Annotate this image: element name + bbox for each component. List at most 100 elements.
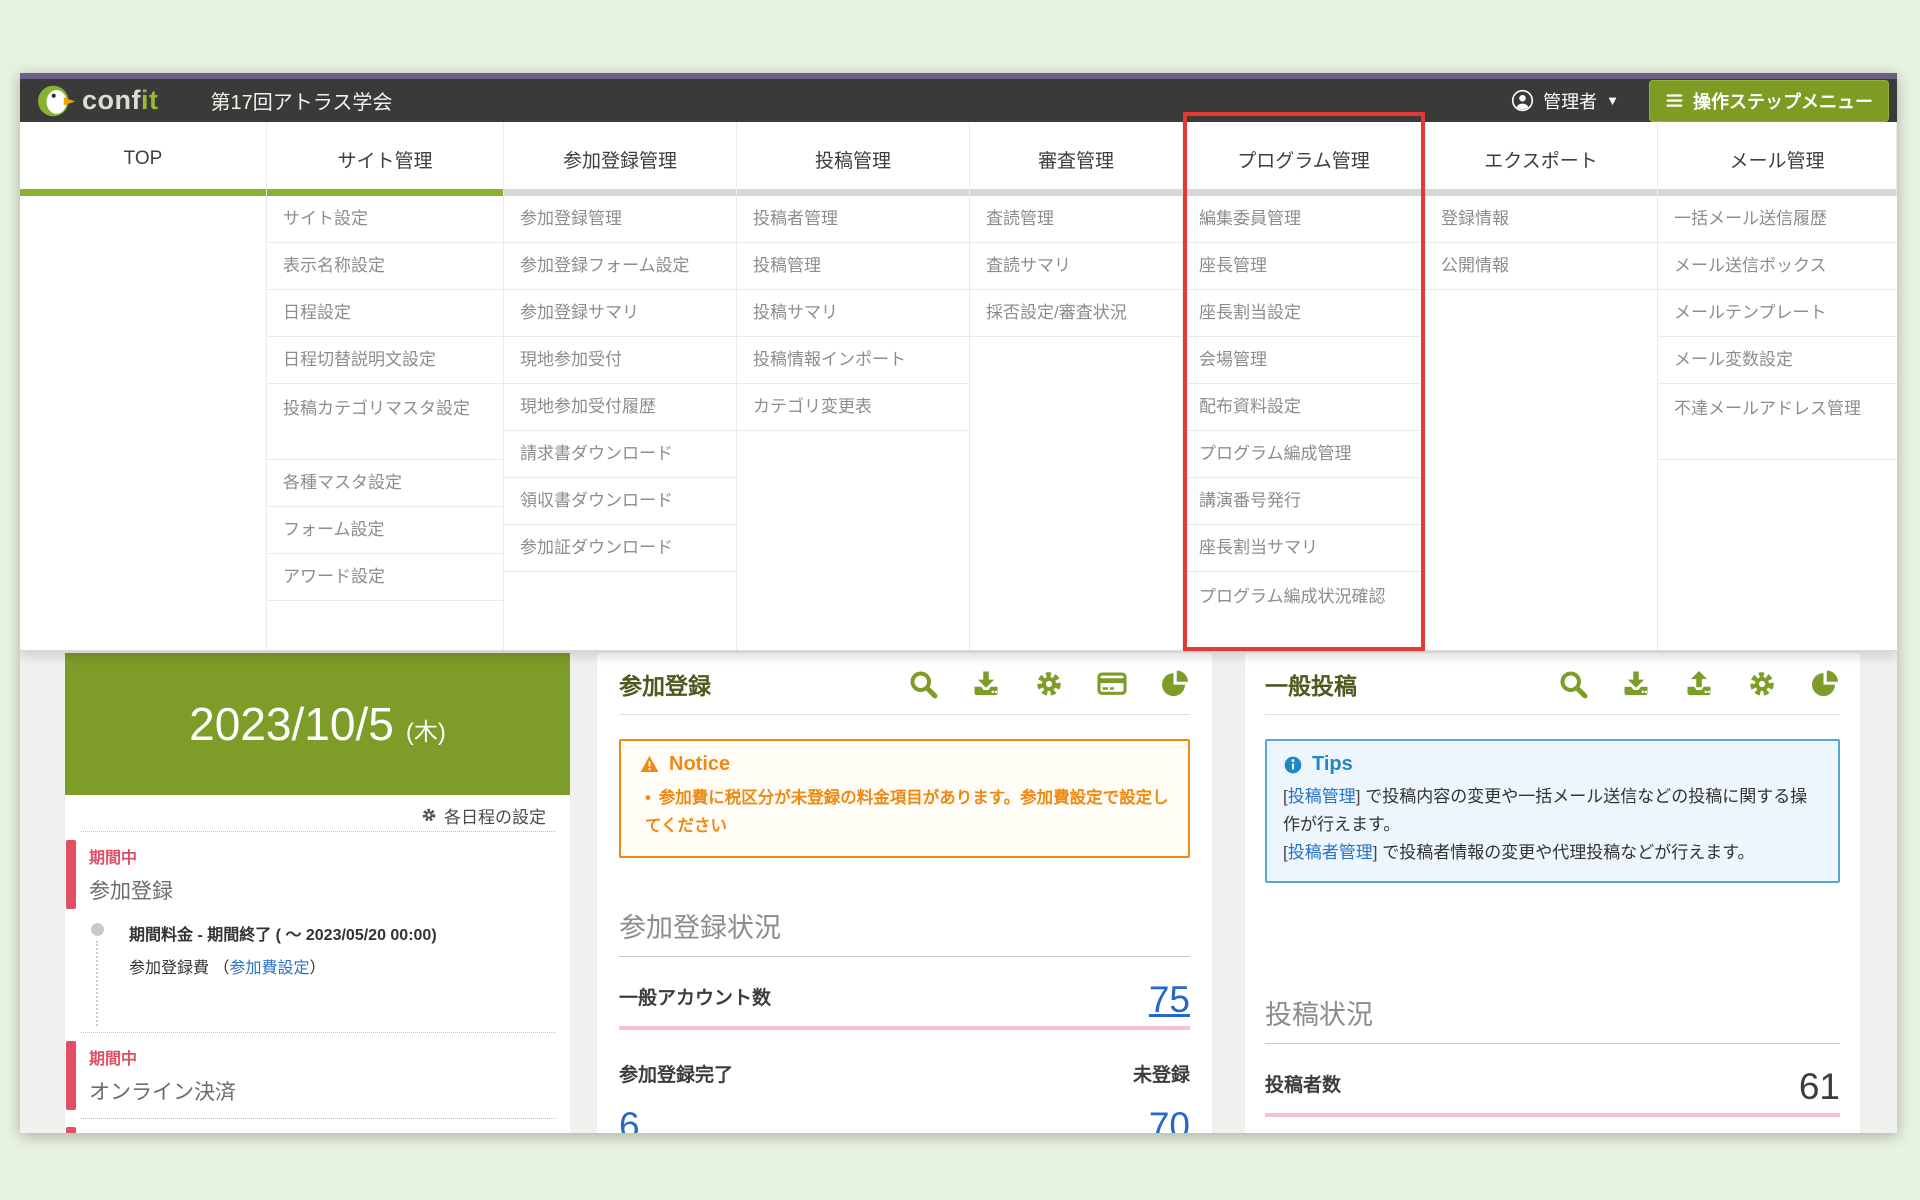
menu-item-registration-admin[interactable]: 参加登録管理 (504, 196, 736, 243)
schedule-block-registration[interactable]: 期間中 参加登録 (65, 832, 570, 915)
menu-item-bounce-mail-admin[interactable]: 不達メールアドレス管理 (1658, 384, 1897, 460)
menu-item-handout-settings[interactable]: 配布資料設定 (1183, 384, 1424, 431)
period-status-bar (66, 840, 76, 909)
tab-registration-admin[interactable]: 参加登録管理 (504, 122, 737, 196)
menu-item-onsite-reception[interactable]: 現地参加受付 (504, 337, 736, 384)
gear-icon[interactable] (1747, 669, 1777, 699)
registration-icon-row (908, 669, 1190, 699)
gear-icon[interactable] (1034, 669, 1064, 699)
menu-item-schedule-settings[interactable]: 日程設定 (267, 290, 503, 337)
menu-item-submission-summary[interactable]: 投稿サマリ (737, 290, 969, 337)
schedule-item-title: オンライン決済 (89, 1081, 236, 1104)
menu-item-venue-admin[interactable]: 会場管理 (1183, 337, 1424, 384)
notice-link[interactable]: 参加費に税区分が未登録の料金項目があります。参加費設定で設定してください (645, 789, 1169, 835)
tips-box: Tips [投稿管理] で投稿内容の変更や一括メール送信などの投稿に関する操作が… (1265, 739, 1840, 884)
stat-value-link[interactable]: 70 (1149, 1107, 1190, 1133)
menu-item-public-info[interactable]: 公開情報 (1425, 243, 1657, 290)
fee-label: 参加登録費 （ (129, 960, 230, 977)
menu-item-submission-import[interactable]: 投稿情報インポート (737, 337, 969, 384)
period-status-bar (66, 1127, 76, 1133)
upload-icon[interactable] (1684, 669, 1714, 699)
user-menu[interactable]: 管理者 ▼ (1511, 88, 1619, 114)
menu-item-various-masters[interactable]: 各種マスタ設定 (267, 460, 503, 507)
download-icon[interactable] (971, 669, 1001, 699)
schedule-settings-link[interactable]: 各日程の設定 (65, 795, 570, 829)
stat-value-link[interactable]: 75 (1149, 981, 1190, 1018)
menu-item-category-master[interactable]: 投稿カテゴリマスタ設定 (267, 384, 503, 460)
gear-icon (421, 807, 437, 823)
menu-item-onsite-history[interactable]: 現地参加受付履歴 (504, 384, 736, 431)
submission-admin-link[interactable]: 投稿管理 (1288, 787, 1356, 806)
menu-item-category-change[interactable]: カテゴリ変更表 (737, 384, 969, 431)
menu-item-author-admin[interactable]: 投稿者管理 (737, 196, 969, 243)
schedule-block-online-payment[interactable]: 期間中 オンライン決済 (65, 1033, 570, 1116)
menu-item-chair-admin[interactable]: 座長管理 (1183, 243, 1424, 290)
submission-status-heading: 投稿状況 (1265, 993, 1840, 1045)
warning-icon (639, 754, 660, 775)
menu-item-award-settings[interactable]: アワード設定 (267, 554, 503, 601)
main-nav: TOP サイト管理 参加登録管理 投稿管理 審査管理 プログラム管理 エクスポー… (20, 122, 1897, 196)
notice-box: Notice • 参加費に税区分が未登録の料金項目があります。参加費設定で設定して… (619, 739, 1190, 859)
confit-logo[interactable]: confit (38, 84, 159, 118)
menu-item-review-admin[interactable]: 査読管理 (970, 196, 1182, 243)
stat-label: 未登録 (1132, 1065, 1190, 1087)
menu-col-review-admin: 査読管理 査読サマリ 採否設定/審査状況 (970, 196, 1183, 650)
tab-mail-admin[interactable]: メール管理 (1658, 122, 1897, 196)
pie-chart-icon[interactable] (1160, 669, 1190, 699)
tab-site-admin[interactable]: サイト管理 (267, 122, 504, 196)
menu-col-program-admin: 編集委員管理 座長管理 座長割当設定 会場管理 配布資料設定 プログラム編成管理… (1183, 196, 1425, 650)
search-icon[interactable] (1558, 669, 1588, 699)
menu-item-display-name-settings[interactable]: 表示名称設定 (267, 243, 503, 290)
step-menu-button[interactable]: 操作ステップメニュー (1649, 79, 1889, 122)
menu-item-bulk-mail-history[interactable]: 一括メール送信履歴 (1658, 196, 1897, 243)
pie-chart-icon[interactable] (1810, 669, 1840, 699)
menu-item-registration-summary[interactable]: 参加登録サマリ (504, 290, 736, 337)
conference-title: 第17回アトラス学会 (210, 92, 393, 114)
menu-item-editorial-committee[interactable]: 編集委員管理 (1183, 196, 1424, 243)
stat-value-link[interactable]: 6 (619, 1107, 733, 1133)
menu-item-lecture-number[interactable]: 講演番号発行 (1183, 478, 1424, 525)
menu-item-site-settings[interactable]: サイト設定 (267, 196, 503, 243)
hamburger-icon (1665, 91, 1684, 110)
menu-item-registration-form[interactable]: 参加登録フォーム設定 (504, 243, 736, 290)
timeline-dot-icon (91, 923, 104, 936)
menu-item-chair-summary[interactable]: 座長割当サマリ (1183, 525, 1424, 572)
logo-text-main: conf (82, 85, 141, 115)
schedule-detail: 期間料金 - 期間終了 ( ～ 2023/05/20 00:00) 参加登録費 … (65, 915, 570, 1030)
download-icon[interactable] (1621, 669, 1651, 699)
period-status-label: 期間中 (89, 1051, 138, 1068)
stat-row-completion: 参加登録完了 6 未登録 70 (619, 1060, 1190, 1133)
tab-submission-admin[interactable]: 投稿管理 (737, 122, 970, 196)
menu-item-mail-variables[interactable]: メール変数設定 (1658, 337, 1897, 384)
mega-menu-panel: サイト設定 表示名称設定 日程設定 日程切替説明文設定 投稿カテゴリマスタ設定 … (20, 196, 1897, 651)
tab-top[interactable]: TOP (20, 122, 267, 196)
credit-card-icon[interactable] (1097, 669, 1127, 699)
tab-export[interactable]: エクスポート (1425, 122, 1658, 196)
tab-review-admin[interactable]: 審査管理 (970, 122, 1183, 196)
menu-item-receipt-download[interactable]: 領収書ダウンロード (504, 478, 736, 525)
menu-item-submission-admin[interactable]: 投稿管理 (737, 243, 969, 290)
fee-settings-link[interactable]: 参加費設定 (229, 960, 309, 977)
menu-item-registered-info[interactable]: 登録情報 (1425, 196, 1657, 243)
schedule-item-title: 参加登録 (89, 880, 173, 903)
menu-item-certificate-download[interactable]: 参加証ダウンロード (504, 525, 736, 572)
search-icon[interactable] (908, 669, 938, 699)
menu-item-invoice-download[interactable]: 請求書ダウンロード (504, 431, 736, 478)
menu-item-form-settings[interactable]: フォーム設定 (267, 507, 503, 554)
menu-item-schedule-switch-text[interactable]: 日程切替説明文設定 (267, 337, 503, 384)
menu-col-submission-admin: 投稿者管理 投稿管理 投稿サマリ 投稿情報インポート カテゴリ変更表 (737, 196, 970, 650)
stat-row-authors: 投稿者数 61 (1265, 1068, 1840, 1118)
menu-item-chair-assignment[interactable]: 座長割当設定 (1183, 290, 1424, 337)
schedule-block-general-submission[interactable]: 期間中 一般投稿 (65, 1119, 570, 1133)
menu-item-review-summary[interactable]: 査読サマリ (970, 243, 1182, 290)
current-date: 2023/10/5 (189, 698, 394, 750)
period-status-label: 期間中 (89, 850, 138, 867)
menu-item-mail-template[interactable]: メールテンプレート (1658, 290, 1897, 337)
menu-item-program-status[interactable]: プログラム編成状況確認 (1183, 572, 1424, 648)
tab-program-admin[interactable]: プログラム管理 (1183, 122, 1425, 196)
menu-item-mail-outbox[interactable]: メール送信ボックス (1658, 243, 1897, 290)
author-admin-link[interactable]: 投稿者管理 (1288, 843, 1373, 862)
menu-item-program-organization[interactable]: プログラム編成管理 (1183, 431, 1424, 478)
menu-item-acceptance-status[interactable]: 採否設定/審査状況 (970, 290, 1182, 337)
logo-text-accent: it (141, 85, 159, 115)
